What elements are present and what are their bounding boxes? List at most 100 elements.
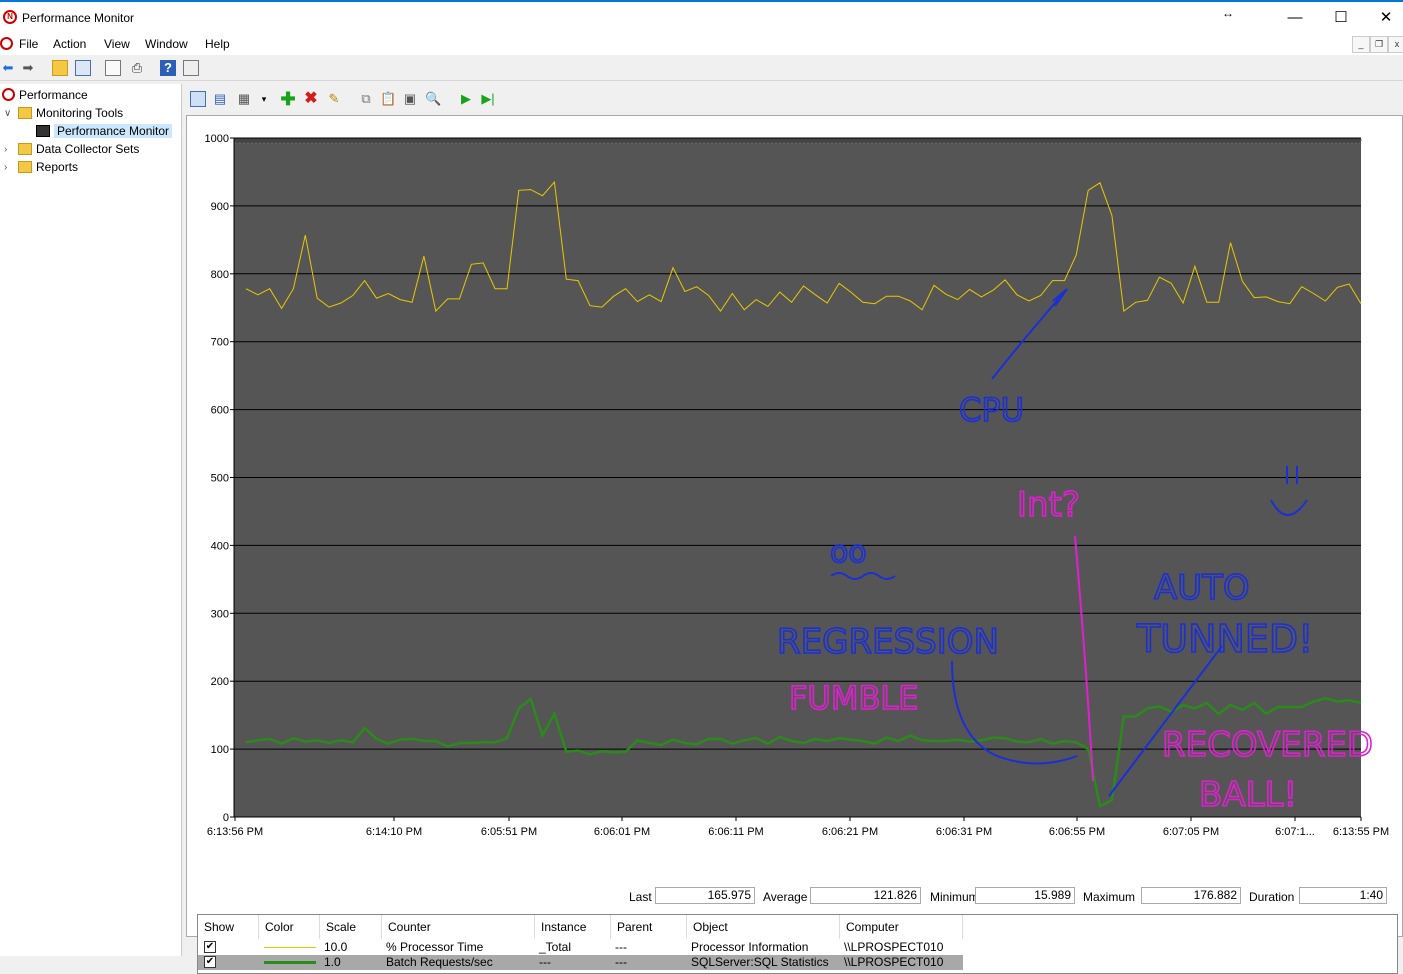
- update-data-icon[interactable]: ▶|: [480, 91, 496, 107]
- forward-icon[interactable]: ➡: [20, 60, 36, 76]
- x-tick-label: 6:13:56 PM: [207, 826, 263, 838]
- show-hide-tree-icon[interactable]: [75, 60, 91, 76]
- col-computer[interactable]: Computer: [840, 915, 963, 939]
- highlight-icon[interactable]: ✎: [326, 91, 342, 107]
- legend-row[interactable]: ✔ 10.0 % Processor Time _Total --- Proce…: [198, 940, 963, 955]
- unfreeze-display-icon[interactable]: ▶: [458, 91, 474, 107]
- y-tick-label: 400: [211, 540, 229, 552]
- console-icon[interactable]: [183, 60, 199, 76]
- add-counter-icon[interactable]: ✚: [280, 90, 296, 108]
- delete-counter-icon[interactable]: ✖: [303, 91, 319, 107]
- col-instance[interactable]: Instance: [535, 915, 611, 939]
- expand-chevron-icon[interactable]: ›: [4, 162, 7, 173]
- x-tick-label: 6:14:10 PM: [366, 826, 422, 838]
- close-button[interactable]: ✕: [1363, 4, 1403, 32]
- tree-item-data-collector-sets[interactable]: Data Collector Sets: [18, 140, 139, 158]
- y-tick-label: 100: [211, 744, 229, 756]
- average-label: Average: [763, 890, 808, 904]
- perfmon-app-icon: N: [3, 10, 17, 24]
- minimize-button[interactable]: —: [1272, 4, 1318, 32]
- x-tick-label: 6:07:1...: [1275, 826, 1315, 838]
- tree-item-performance[interactable]: Performance: [2, 86, 88, 104]
- report-folder-icon: [18, 161, 32, 173]
- x-tick-label: 6:06:01 PM: [594, 826, 650, 838]
- object-cell: SQLServer:SQL Statistics: [691, 955, 829, 969]
- menu-help[interactable]: Help: [205, 37, 230, 51]
- resize-arrows-icon: ↔: [1222, 6, 1234, 20]
- maximum-label: Maximum: [1083, 890, 1136, 904]
- minimum-value: 15.989: [975, 887, 1075, 904]
- print-icon[interactable]: ⎙: [129, 60, 145, 76]
- performance-icon: [2, 88, 15, 101]
- folder-icon: [18, 107, 32, 119]
- annotation-cpu: CPU: [959, 391, 1024, 429]
- x-tick-label: 6:06:21 PM: [822, 826, 878, 838]
- col-counter[interactable]: Counter: [382, 915, 535, 939]
- y-tick-label: 600: [211, 405, 229, 417]
- x-tick-label: 6:05:51 PM: [481, 826, 537, 838]
- col-show[interactable]: Show: [198, 915, 259, 939]
- y-tick-label: 900: [211, 201, 229, 213]
- performance-chart[interactable]: 100090080070060050040030020010006:13:56 …: [187, 116, 1402, 852]
- annotation-regression: REGRESSION: [777, 622, 999, 662]
- tree-label: Reports: [36, 160, 79, 174]
- col-parent[interactable]: Parent: [611, 915, 687, 939]
- plot-top-band: [233, 137, 1362, 144]
- mdi-minimize-button[interactable]: _: [1352, 36, 1370, 53]
- tree-label: Data Collector Sets: [36, 142, 140, 156]
- tree-item-reports[interactable]: Reports: [18, 158, 78, 176]
- view-log-data-icon[interactable]: ▤: [212, 91, 228, 107]
- x-tick-label: 6:07:05 PM: [1163, 826, 1219, 838]
- paste-counter-list-icon[interactable]: 📋: [380, 91, 396, 107]
- instance-cell: _Total: [539, 940, 572, 954]
- collapse-chevron-icon[interactable]: ∨: [4, 108, 11, 119]
- annotation-eyes: oo: [830, 535, 867, 570]
- properties-icon[interactable]: ▣: [402, 91, 418, 107]
- menu-file[interactable]: File: [19, 37, 38, 51]
- up-folder-icon[interactable]: [52, 60, 68, 76]
- annotation-recovered: RECOVERED: [1162, 725, 1373, 765]
- copy-properties-icon[interactable]: ⧉: [358, 91, 374, 107]
- y-tick-label: 800: [211, 269, 229, 281]
- color-swatch: [264, 947, 316, 948]
- performance-monitor-pane: ▤ ▦ ▾ ✚ ✖ ✎ ⧉ 📋 ▣ 🔍 ▶ ▶| 1000 900 800 700 60…: [186, 84, 1403, 974]
- menu-action[interactable]: Action: [53, 37, 86, 51]
- annotation-ball: BALL!: [1199, 775, 1297, 815]
- col-object[interactable]: Object: [687, 915, 840, 939]
- mdi-restore-button[interactable]: ❐: [1370, 36, 1388, 53]
- computer-cell: \\LPROSPECT010: [844, 955, 944, 969]
- counter-legend: Show Color Scale Counter Instance Parent…: [197, 914, 1398, 974]
- title-bar: N Performance Monitor ↔ — ☐ ✕: [0, 0, 1403, 33]
- tree-item-performance-monitor[interactable]: Performance Monitor: [36, 122, 173, 140]
- parent-cell: ---: [615, 940, 627, 954]
- back-icon[interactable]: ⬅: [0, 60, 16, 76]
- col-color[interactable]: Color: [259, 915, 320, 939]
- menu-window[interactable]: Window: [145, 37, 188, 51]
- scale-cell: 1.0: [324, 955, 341, 969]
- monitor-icon: [36, 125, 50, 137]
- mdi-close-button[interactable]: x: [1388, 36, 1403, 53]
- legend-row-selected[interactable]: ✔ 1.0 Batch Requests/sec --- --- SQLServ…: [198, 955, 963, 970]
- zoom-icon[interactable]: 🔍: [425, 91, 441, 107]
- y-tick-label: 700: [211, 337, 229, 349]
- last-label: Last: [629, 890, 652, 904]
- system-menu-icon[interactable]: [0, 37, 13, 50]
- graph-type-dropdown-icon[interactable]: ▾: [256, 91, 272, 107]
- menu-bar: File Action View Window Help: [0, 33, 1403, 55]
- show-checkbox[interactable]: ✔: [204, 956, 216, 968]
- expand-chevron-icon[interactable]: ›: [4, 144, 7, 155]
- properties-icon[interactable]: [105, 60, 121, 76]
- graph-panel: 1000 900 800 700 600 500 400 300 200 100 0 6:13:56 …: [186, 115, 1403, 974]
- counter-cell: Batch Requests/sec: [386, 955, 493, 969]
- help-icon[interactable]: ?: [160, 60, 176, 76]
- col-scale[interactable]: Scale: [320, 915, 382, 939]
- annotation-int: Int?: [1017, 485, 1080, 525]
- tree-item-monitoring-tools[interactable]: Monitoring Tools: [18, 104, 123, 122]
- show-checkbox[interactable]: ✔: [204, 941, 216, 953]
- change-graph-type-icon[interactable]: ▦: [236, 91, 252, 107]
- menu-view[interactable]: View: [104, 37, 130, 51]
- annotation-tunned: TUNNED!: [1136, 617, 1313, 661]
- view-current-activity-icon[interactable]: [190, 91, 206, 107]
- maximize-button[interactable]: ☐: [1318, 4, 1364, 32]
- y-tick-label: 300: [211, 608, 229, 620]
